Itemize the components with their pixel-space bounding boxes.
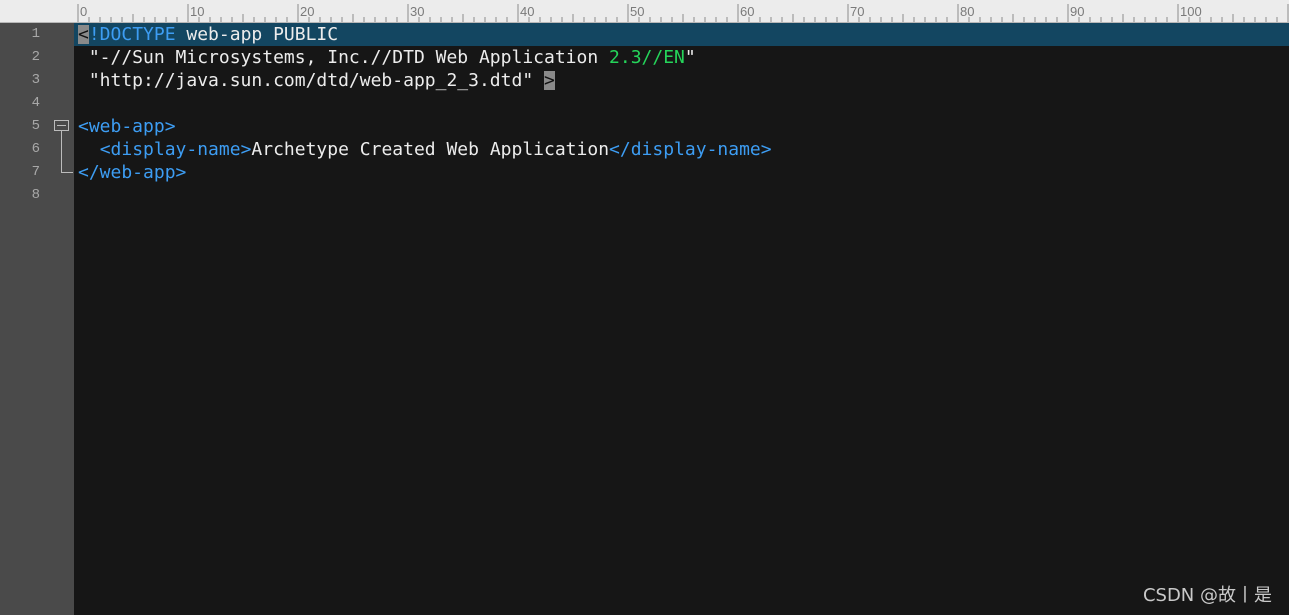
- ruler-label: 70: [850, 4, 864, 19]
- line-number-gutter: 1 2 3 4 5 6 7 8: [0, 23, 74, 615]
- system-id-text: "http://java.sun.com/dtd/web-app_2_3.dtd…: [78, 70, 544, 91]
- fold-range-line: [61, 131, 62, 172]
- ruler-label: 30: [410, 4, 424, 19]
- web-app-close-tag: </web-app>: [78, 162, 187, 183]
- line-number: 8: [31, 187, 40, 203]
- web-app-open-tag: <web-app>: [78, 116, 176, 137]
- ruler-label: 60: [740, 4, 754, 19]
- ruler-label: 40: [520, 4, 534, 19]
- ruler-ticks: 010203040506070809010011: [77, 4, 1289, 22]
- ruler-label: 20: [300, 4, 314, 19]
- public-id-text: "-//Sun Microsystems, Inc.//DTD Web Appl…: [78, 47, 610, 68]
- line-number: 6: [31, 141, 40, 157]
- code-line-1[interactable]: <!DOCTYPE web-app PUBLIC: [78, 23, 338, 46]
- line-number: 1: [31, 26, 40, 42]
- line-number: 2: [31, 49, 40, 65]
- code-line-3[interactable]: "http://java.sun.com/dtd/web-app_2_3.dtd…: [78, 69, 555, 92]
- code-editor[interactable]: <!DOCTYPE web-app PUBLIC "-//Sun Microsy…: [74, 23, 1289, 615]
- display-name-open-tag: <display-name>: [99, 139, 252, 160]
- code-line-6[interactable]: <display-name>Archetype Created Web Appl…: [78, 138, 772, 161]
- matched-bracket-close: >: [544, 70, 555, 91]
- ruler-label: 80: [960, 4, 974, 19]
- ruler-label: 10: [190, 4, 204, 19]
- display-name-close-tag: </display-name>: [609, 139, 772, 160]
- fold-end-marker: [61, 172, 73, 173]
- line-number: 7: [31, 164, 40, 180]
- doctype-keyword: !DOCTYPE: [88, 24, 176, 45]
- quote-char: ": [684, 47, 696, 68]
- code-line-7[interactable]: </web-app>: [78, 161, 186, 184]
- ruler-label: 100: [1180, 4, 1202, 19]
- ruler-label: 90: [1070, 4, 1084, 19]
- code-line-5[interactable]: <web-app>: [78, 115, 176, 138]
- code-line-2[interactable]: "-//Sun Microsystems, Inc.//DTD Web Appl…: [78, 46, 696, 69]
- ruler-label: 0: [80, 4, 87, 19]
- doctype-text: web-app PUBLIC: [175, 24, 339, 45]
- line-number: 3: [31, 72, 40, 88]
- ruler-label: 50: [630, 4, 644, 19]
- csdn-watermark: CSDN @故丨是: [1142, 585, 1272, 606]
- line-number: 4: [31, 95, 40, 111]
- display-name-text: Archetype Created Web Application: [251, 139, 610, 160]
- column-ruler: 010203040506070809010011: [0, 0, 1289, 23]
- line-number: 5: [31, 118, 40, 134]
- matched-bracket-open: <: [78, 24, 89, 45]
- dtd-version: 2.3//EN: [609, 47, 685, 68]
- fold-collapse-icon[interactable]: [54, 120, 69, 131]
